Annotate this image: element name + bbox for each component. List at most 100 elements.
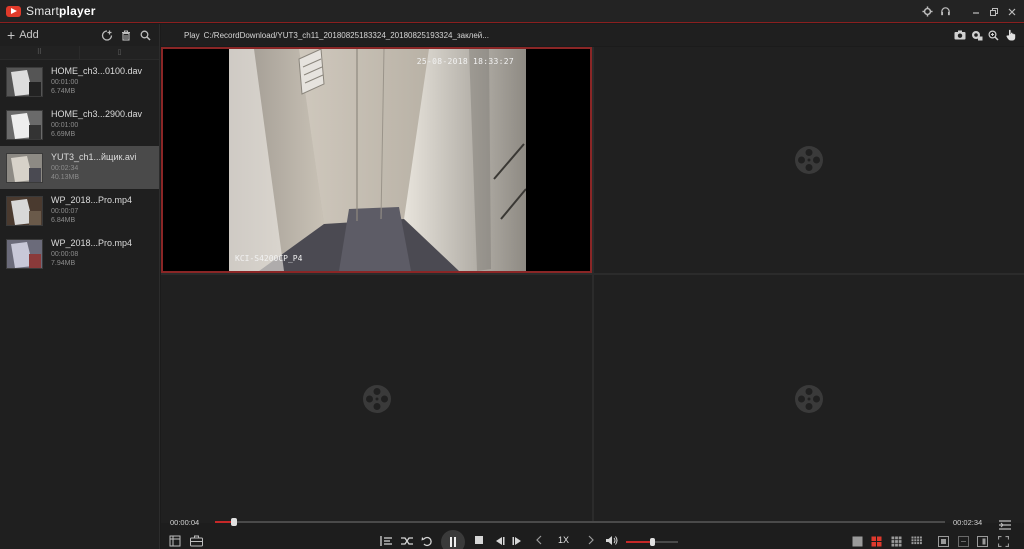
previous-frame-icon[interactable] xyxy=(493,535,505,547)
restore-icon[interactable] xyxy=(985,3,1002,20)
toolbox-icon[interactable] xyxy=(190,535,203,547)
record-clip-icon[interactable] xyxy=(969,28,984,42)
headset-icon[interactable] xyxy=(937,3,954,20)
add-label: Add xyxy=(19,29,39,41)
playback-speed[interactable]: 1X xyxy=(558,535,569,545)
film-reel-icon xyxy=(362,385,391,413)
camera-name-overlay: KCI-S4200CP_P4 xyxy=(235,254,303,263)
volume-slider[interactable] xyxy=(626,538,678,546)
zoom-icon[interactable] xyxy=(986,28,1001,42)
sort-by-name-icon[interactable]: ⠿ xyxy=(0,46,80,59)
file-size: 6.84MB xyxy=(51,216,76,224)
file-name: WP_2018...Pro.mp4 xyxy=(51,194,133,205)
current-file-path: C:/RecordDownload/YUT3_ch11_201808251833… xyxy=(203,30,489,40)
grid-divider xyxy=(592,47,594,523)
current-time: 00:00:04 xyxy=(170,517,200,527)
app-title: Smartplayer xyxy=(26,4,96,18)
sidebar-toolbar: + Add xyxy=(0,24,159,46)
next-frame-icon[interactable] xyxy=(512,535,524,547)
volume-level xyxy=(626,541,652,543)
elevator-video-image xyxy=(229,49,526,271)
volume-icon[interactable] xyxy=(605,535,618,546)
video-grid: 25-08-2018 18:33:27 KCI-S4200CP_P4 xyxy=(161,47,1024,523)
file-duration: 00:01:00 xyxy=(51,121,79,129)
camera-icon[interactable] xyxy=(952,28,967,42)
replay-icon[interactable] xyxy=(421,535,433,547)
plus-icon: + xyxy=(7,26,16,43)
sort-by-type-icon[interactable]: ▯ xyxy=(80,46,159,59)
pause-button[interactable] xyxy=(441,530,465,549)
file-list-item[interactable]: YUT3_ch1...йщик.avi 00:02:34 40.13MB xyxy=(0,146,159,189)
clip-icon[interactable] xyxy=(169,535,181,547)
close-icon[interactable] xyxy=(1003,3,1020,20)
seek-row: 00:00:04 00:02:34 xyxy=(161,512,1024,532)
layout-9-icon[interactable] xyxy=(890,535,902,547)
file-thumbnail xyxy=(6,152,43,183)
file-duration: 00:01:00 xyxy=(51,78,79,86)
fullscreen-pane-icon[interactable] xyxy=(937,535,949,547)
search-icon[interactable] xyxy=(137,28,153,42)
faster-icon[interactable] xyxy=(587,535,595,545)
file-thumbnail xyxy=(6,109,43,140)
split-view-icon[interactable] xyxy=(976,535,988,547)
playback-controls: 00:00:04 00:02:34 1X xyxy=(161,518,1024,549)
layout-1-icon[interactable] xyxy=(851,535,863,547)
file-list: HOME_ch3...0100.dav 00:01:00 6.74MB HOME_ch… xyxy=(0,60,159,275)
play-logo-icon xyxy=(6,5,21,17)
file-list-item[interactable]: WP_2018...Pro.mp4 00:00:07 6.84MB xyxy=(0,189,159,232)
video-pane-4[interactable] xyxy=(594,275,1024,523)
file-sidebar: + Add ⠿ ▯ HOME_ch3...0100.dav 00:01:00 6.7… xyxy=(0,24,160,549)
title-bar: Smartplayer xyxy=(0,0,1024,23)
slower-icon[interactable] xyxy=(535,535,543,545)
film-reel-icon xyxy=(795,146,823,174)
app-logo: Smartplayer xyxy=(6,4,96,18)
control-buttons: 1X xyxy=(161,530,1024,549)
mirror-icon[interactable] xyxy=(957,535,969,547)
file-name: HOME_ch3...0100.dav xyxy=(51,65,143,76)
grid-divider xyxy=(161,273,1024,275)
file-list-item[interactable]: HOME_ch3...2900.dav 00:01:00 6.69MB xyxy=(0,103,159,146)
file-thumbnail xyxy=(6,66,43,97)
volume-handle[interactable] xyxy=(650,538,655,546)
frame-step-icon[interactable] xyxy=(380,535,393,547)
video-pane-3[interactable] xyxy=(161,275,592,523)
file-name: YUT3_ch1...йщик.avi xyxy=(51,151,137,162)
total-time: 00:02:34 xyxy=(953,517,983,527)
minimize-icon[interactable] xyxy=(967,3,984,20)
file-size: 7.94MB xyxy=(51,259,76,267)
file-thumbnail xyxy=(6,238,43,269)
trash-icon[interactable] xyxy=(118,28,134,42)
gear-icon[interactable] xyxy=(919,3,936,20)
playlist-toggle-icon[interactable] xyxy=(999,517,1011,530)
video-pane-1[interactable]: 25-08-2018 18:33:27 KCI-S4200CP_P4 xyxy=(161,47,592,273)
video-timestamp-overlay: 25-08-2018 18:33:27 xyxy=(416,57,514,66)
layout-16-icon[interactable] xyxy=(910,535,922,547)
file-size: 6.74MB xyxy=(51,87,76,95)
stop-icon[interactable] xyxy=(474,535,484,545)
fullscreen-icon[interactable] xyxy=(997,535,1009,547)
sort-header: ⠿ ▯ xyxy=(0,46,159,60)
path-bar: Play C:/RecordDownload/YUT3_ch11_2018082… xyxy=(161,24,1024,46)
main-area: Play C:/RecordDownload/YUT3_ch11_2018082… xyxy=(161,24,1024,549)
pointer-hand-icon[interactable] xyxy=(1003,28,1018,42)
file-size: 40.13MB xyxy=(51,173,80,181)
file-name: WP_2018...Pro.mp4 xyxy=(51,237,133,248)
video-pane-2[interactable] xyxy=(594,47,1024,273)
film-reel-icon xyxy=(795,385,823,413)
layout-4-icon[interactable] xyxy=(870,535,882,547)
video-frame: 25-08-2018 18:33:27 KCI-S4200CP_P4 xyxy=(229,49,526,271)
file-duration: 00:00:08 xyxy=(51,250,79,258)
add-folder-icon[interactable] xyxy=(99,28,115,42)
seek-bar[interactable] xyxy=(215,518,945,526)
file-thumbnail xyxy=(6,195,43,226)
file-size: 6.69MB xyxy=(51,130,76,138)
shuffle-icon[interactable] xyxy=(401,535,414,547)
play-label: Play xyxy=(184,30,200,40)
file-name: HOME_ch3...2900.dav xyxy=(51,108,143,119)
file-list-item[interactable]: HOME_ch3...0100.dav 00:01:00 6.74MB xyxy=(0,60,159,103)
file-list-item[interactable]: WP_2018...Pro.mp4 00:00:08 7.94MB xyxy=(0,232,159,275)
seek-handle[interactable] xyxy=(230,518,237,526)
add-button[interactable]: + Add xyxy=(7,26,39,43)
file-duration: 00:02:34 xyxy=(51,164,79,172)
file-duration: 00:00:07 xyxy=(51,207,79,215)
